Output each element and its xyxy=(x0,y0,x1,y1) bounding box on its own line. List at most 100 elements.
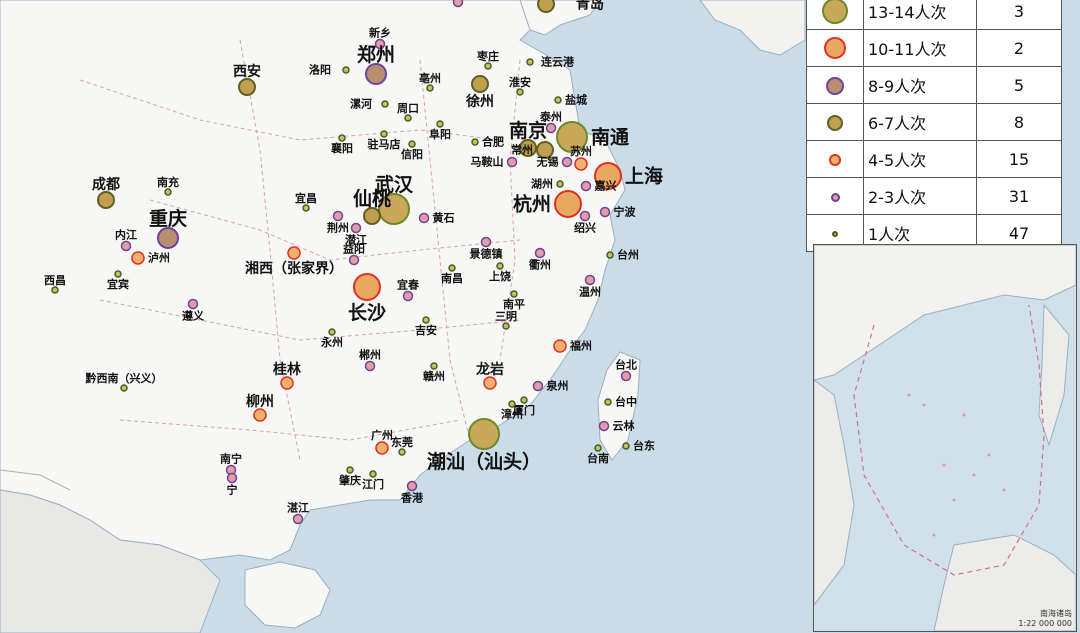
city-label: 福州 xyxy=(569,339,592,353)
city-label: 徐州 xyxy=(465,93,494,110)
legend-count: 8 xyxy=(976,103,1062,141)
city-marker xyxy=(448,264,456,272)
legend-label: 8-9人次 xyxy=(863,66,977,104)
city-label: 龙岩 xyxy=(475,361,504,378)
city-label: 桂林 xyxy=(272,361,301,378)
city-marker xyxy=(164,188,172,196)
city-marker xyxy=(422,316,430,324)
city-label: 内江 xyxy=(115,228,137,242)
city-marker xyxy=(302,204,310,212)
city-marker xyxy=(545,122,557,134)
city-label: 枣庄 xyxy=(476,49,499,63)
city-label: 马鞍山 xyxy=(471,155,504,169)
city-label: 宁 xyxy=(227,483,238,497)
city-marker xyxy=(406,480,418,492)
city-marker xyxy=(348,254,360,266)
city-label: 南通 xyxy=(591,126,630,148)
city-label: 潮汕（汕头） xyxy=(427,450,541,473)
city-label: 合肥 xyxy=(482,135,504,149)
city-marker xyxy=(287,246,301,260)
city-marker xyxy=(404,114,412,122)
city-label: 泉州 xyxy=(546,379,569,393)
city-marker xyxy=(375,441,389,455)
city-label: 香港 xyxy=(400,491,424,505)
city-label: 台北 xyxy=(615,358,637,372)
city-label: 温州 xyxy=(579,285,601,299)
city-label: 衢州 xyxy=(529,258,551,272)
city-label: 柳州 xyxy=(246,393,274,410)
city-marker xyxy=(554,190,582,218)
legend-row: 8-9人次 5 xyxy=(806,66,1062,104)
city-marker xyxy=(574,157,588,171)
legend-symbol-cell xyxy=(806,66,864,104)
city-marker xyxy=(365,63,387,85)
city-marker xyxy=(402,290,414,302)
city-label: 南平 xyxy=(503,297,525,311)
legend-symbol xyxy=(826,76,844,95)
city-label: 东莞 xyxy=(391,435,413,449)
city-marker xyxy=(280,376,294,390)
legend-row: 4-5人次 15 xyxy=(806,140,1062,178)
city-marker xyxy=(380,130,388,138)
legend-symbol xyxy=(829,154,841,166)
city-marker xyxy=(369,470,377,478)
city-marker xyxy=(381,100,389,108)
city-label: 洛阳 xyxy=(309,63,331,77)
city-marker xyxy=(537,0,555,13)
inset-caption: 南海诸岛 1:22 000 000 xyxy=(1018,609,1072,629)
city-label: 成都 xyxy=(92,176,120,193)
city-label: 宜宾 xyxy=(107,277,129,291)
city-marker xyxy=(606,251,614,259)
legend-label: 2-3人次 xyxy=(863,177,977,215)
city-marker xyxy=(338,134,346,142)
city-label: 湘西（张家界） xyxy=(245,260,343,277)
city-label: 长沙 xyxy=(348,302,386,324)
city-marker xyxy=(516,88,524,96)
city-label: 苏州 xyxy=(570,144,592,158)
city-label: 黄石 xyxy=(433,211,455,225)
city-marker xyxy=(579,210,591,222)
legend-count: 3 xyxy=(976,0,1062,30)
city-label: 阜阳 xyxy=(429,127,451,141)
city-marker xyxy=(622,442,630,450)
legend-row: 13-14人次 3 xyxy=(806,0,1062,30)
city-marker xyxy=(520,396,528,404)
legend-label: 6-7人次 xyxy=(863,103,977,141)
legend-symbol-cell xyxy=(806,140,864,178)
city-marker xyxy=(120,384,128,392)
city-marker xyxy=(561,156,573,168)
city-label: 广州 xyxy=(371,428,393,442)
inset-map xyxy=(814,245,1076,631)
city-label: 上海 xyxy=(625,164,663,187)
city-marker xyxy=(471,75,489,93)
city-marker xyxy=(496,262,504,270)
city-marker xyxy=(599,206,611,218)
city-label: 新乡 xyxy=(369,26,391,40)
city-marker xyxy=(342,66,350,74)
city-marker xyxy=(452,0,464,8)
city-marker xyxy=(363,207,381,225)
city-marker xyxy=(508,400,516,408)
map-stage: 青岛泰安新乡郑州枣庄连云港徐州西安洛阳亳州淮安盐城漯河周口驻马店阜阳南京泰州南通… xyxy=(0,0,1080,633)
legend-symbol-cell xyxy=(806,0,864,30)
city-label: 西安 xyxy=(233,63,261,80)
city-label: 漳州 xyxy=(501,407,523,421)
legend-count: 31 xyxy=(976,177,1062,215)
city-label: 景德镇 xyxy=(469,247,503,261)
city-marker xyxy=(554,96,562,104)
legend-symbol xyxy=(827,115,843,131)
city-label: 台东 xyxy=(633,439,655,453)
city-label: 泸州 xyxy=(148,251,170,265)
inset-caption-title: 南海诸岛 xyxy=(1040,609,1072,618)
city-label: 襄阳 xyxy=(330,141,353,155)
city-marker xyxy=(187,298,199,310)
city-marker xyxy=(594,444,602,452)
city-marker xyxy=(253,408,267,422)
city-label: 台中 xyxy=(615,395,637,409)
city-marker xyxy=(51,286,59,294)
city-marker xyxy=(556,180,564,188)
city-label: 淮安 xyxy=(509,75,531,89)
legend-symbol xyxy=(830,192,840,202)
city-marker xyxy=(328,328,336,336)
city-label: 上饶 xyxy=(489,269,511,283)
